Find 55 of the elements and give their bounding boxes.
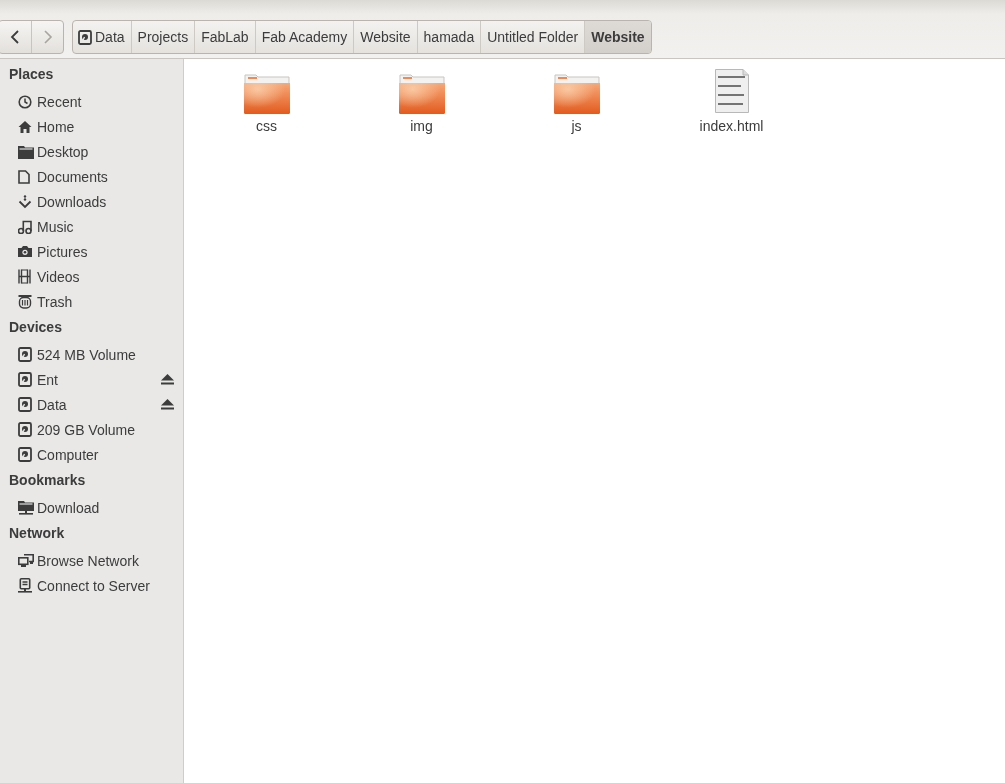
sidebar-item[interactable]: Music <box>37 218 174 235</box>
file-name: css <box>256 118 277 134</box>
html-file-icon[interactable] <box>713 68 750 114</box>
drive-icon <box>18 372 32 387</box>
path-button[interactable]: Fab Academy <box>254 21 354 53</box>
trash-icon <box>18 294 32 309</box>
path-button[interactable]: FabLab <box>194 21 255 53</box>
sidebar-item[interactable]: Desktop <box>37 143 174 160</box>
downloads-icon <box>18 194 32 209</box>
sidebar-item[interactable]: Ent <box>37 371 161 388</box>
section-heading: Devices <box>8 318 63 337</box>
sidebar-item[interactable]: 209 GB Volume <box>37 421 174 438</box>
document-icon <box>18 169 30 184</box>
desktop-icon <box>18 144 34 159</box>
section-heading: Places <box>8 65 55 84</box>
film-icon <box>18 269 31 284</box>
eject-icon[interactable] <box>161 399 174 410</box>
drive-icon <box>18 347 32 362</box>
sidebar-item[interactable]: Recent <box>37 93 174 110</box>
section-heading: Bookmarks <box>8 471 87 490</box>
path-button[interactable]: Website <box>584 21 651 53</box>
chevron-left-icon <box>10 30 20 44</box>
music-icon <box>18 219 32 234</box>
sidebar-item[interactable]: 524 MB Volume <box>37 346 174 363</box>
sidebar-item[interactable]: Computer <box>37 446 174 463</box>
sidebar-item[interactable]: Documents <box>37 168 174 185</box>
file-name: js <box>571 118 582 134</box>
sidebar-item[interactable]: Home <box>37 118 174 135</box>
server-icon <box>18 578 32 593</box>
path-button[interactable]: Data <box>73 21 131 53</box>
sidebar-item[interactable]: Pictures <box>37 243 174 260</box>
sidebar-item[interactable]: Videos <box>37 268 174 285</box>
camera-icon <box>18 245 32 258</box>
recent-icon <box>18 94 32 109</box>
sidebar-item[interactable]: Connect to Server <box>37 577 174 594</box>
home-icon <box>18 119 32 134</box>
drive-icon <box>18 447 32 462</box>
sidebar-item[interactable]: Browse Network <box>37 552 174 569</box>
eject-icon[interactable] <box>161 374 174 385</box>
drive-icon <box>18 422 32 437</box>
sidebar-item[interactable]: Data <box>37 396 161 413</box>
path-button[interactable]: Projects <box>130 21 195 53</box>
path-button[interactable]: Website <box>353 21 417 53</box>
path-button[interactable]: hamada <box>416 21 481 53</box>
sidebar-item[interactable]: Downloads <box>37 193 174 210</box>
section-heading: Network <box>8 524 66 543</box>
sidebar-item[interactable]: Trash <box>37 293 174 310</box>
file-name: index.html <box>699 118 764 134</box>
chevron-right-icon <box>42 30 53 44</box>
remote-folder-icon <box>18 500 34 515</box>
drive-icon <box>18 397 32 412</box>
sidebar-item[interactable]: Download <box>37 499 174 516</box>
file-name: img <box>410 118 433 134</box>
network-icon <box>18 553 34 568</box>
drive-icon <box>78 29 92 45</box>
